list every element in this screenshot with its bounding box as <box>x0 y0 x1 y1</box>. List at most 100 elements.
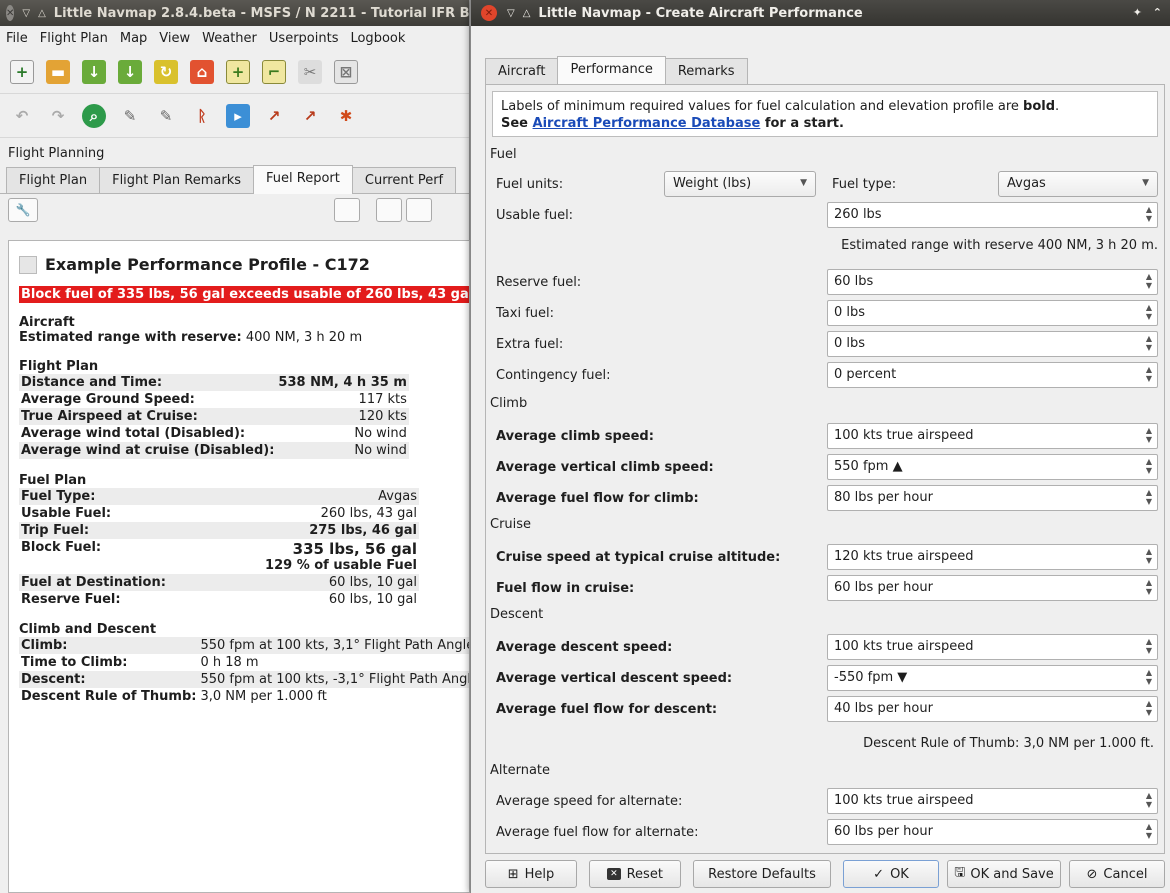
spin-arrows-icon[interactable]: ▲ ▼ <box>1143 578 1155 598</box>
dropdown-arrow-icon: ▼ <box>800 178 807 188</box>
climb-speed-label: Average climb speed: <box>496 429 654 444</box>
perf-load-icon[interactable] <box>334 198 360 222</box>
chevron-down-icon[interactable]: ▽ <box>507 8 515 19</box>
section-title: Flight Planning <box>8 146 105 161</box>
spin-arrows-icon[interactable]: ▲ ▼ <box>1143 822 1155 842</box>
reset-button[interactable]: ✕ Reset <box>589 860 681 888</box>
tab-aircraft[interactable]: Aircraft <box>485 58 559 84</box>
spin-arrows-icon[interactable]: ▲ ▼ <box>1143 637 1155 657</box>
tab-remarks[interactable]: Remarks <box>664 58 748 84</box>
info-text: for a start. <box>760 116 844 131</box>
ruler-icon[interactable]: ✎ <box>118 104 142 128</box>
cancel-button[interactable]: ⊘ Cancel <box>1069 860 1165 888</box>
extra-fuel-input[interactable]: 0 lbs ▲ ▼ <box>827 331 1158 357</box>
alternate-speed-value: 100 kts true airspeed <box>834 793 974 808</box>
fuel-units-select[interactable]: Weight (lbs) ▼ <box>664 171 816 197</box>
menu-flight-plan[interactable]: Flight Plan <box>40 31 108 46</box>
ok-and-save-button[interactable]: 🖫 OK and Save <box>947 860 1061 888</box>
menu-map[interactable]: Map <box>120 31 147 46</box>
climb-speed-input[interactable]: 100 kts true airspeed ▲ ▼ <box>827 423 1158 449</box>
back-icon[interactable]: ↶ <box>10 104 34 128</box>
zoom-box-icon[interactable]: ⊠ <box>334 59 358 84</box>
ruler-remove-icon[interactable]: ✎ <box>154 104 178 128</box>
mark-icon[interactable]: ✱ <box>334 104 358 128</box>
cruise-speed-input[interactable]: 120 kts true airspeed ▲ ▼ <box>827 544 1158 570</box>
spin-arrows-icon[interactable]: ▲ ▼ <box>1143 547 1155 567</box>
usable-fuel-input[interactable]: 260 lbs ▲ ▼ <box>827 202 1158 228</box>
add-waypoint-icon[interactable]: + <box>226 59 250 84</box>
reload-icon[interactable]: ↻ <box>154 59 178 84</box>
table-row: Distance and Time: 538 NM, 4 h 35 m <box>19 374 409 391</box>
cruise-ff-input[interactable]: 60 lbs per hour ▲ ▼ <box>827 575 1158 601</box>
spin-arrows-icon[interactable]: ▲ ▼ <box>1143 488 1155 508</box>
taxi-fuel-input[interactable]: 0 lbs ▲ ▼ <box>827 300 1158 326</box>
ok-button[interactable]: ✓ OK <box>843 860 939 888</box>
new-file-icon[interactable]: + <box>10 59 34 84</box>
spin-arrows-icon[interactable]: ▲ ▼ <box>1143 426 1155 446</box>
range-rings-icon[interactable]: ᚱ <box>190 104 214 128</box>
spin-arrows-icon[interactable]: ▲ ▼ <box>1143 205 1155 225</box>
chevron-down-icon[interactable]: ▽ <box>22 8 30 19</box>
spin-arrows-icon[interactable]: ▲ ▼ <box>1143 272 1155 292</box>
spin-arrows-icon[interactable]: ▲ ▼ <box>1143 365 1155 385</box>
menu-file[interactable]: File <box>6 31 28 46</box>
perf-edit-icon[interactable] <box>376 198 402 222</box>
perf-new-icon[interactable] <box>406 198 432 222</box>
perf-database-link[interactable]: Aircraft Performance Database <box>533 116 761 131</box>
pin-icon[interactable]: ✦ <box>1133 6 1142 19</box>
descent-vs-input[interactable]: -550 fpm ▼ ▲ ▼ <box>827 665 1158 691</box>
airspace-icon[interactable]: ↗ <box>298 104 322 128</box>
table-row: Average wind at cruise (Disabled): No win… <box>19 442 409 459</box>
contingency-fuel-input[interactable]: 0 percent ▲ ▼ <box>827 362 1158 388</box>
info-text: See <box>501 116 533 131</box>
dropdown-arrow-icon: ▼ <box>1142 178 1149 188</box>
home-icon[interactable]: ⌂ <box>190 59 214 84</box>
menu-weather[interactable]: Weather <box>202 31 257 46</box>
menu-view[interactable]: View <box>159 31 190 46</box>
spin-arrows-icon[interactable]: ▲ ▼ <box>1143 334 1155 354</box>
tab-performance[interactable]: Performance <box>557 56 666 85</box>
table-row: Descent: 550 fpm at 100 kts, -3,1° Flight… <box>19 671 469 688</box>
tab-fuel-report[interactable]: Fuel Report <box>253 165 353 194</box>
forward-icon[interactable]: ↷ <box>46 104 70 128</box>
row-label: Fuel at Destination: <box>19 574 215 591</box>
alternate-ff-input[interactable]: 60 lbs per hour ▲ ▼ <box>827 819 1158 845</box>
reserve-fuel-input[interactable]: 60 lbs ▲ ▼ <box>827 269 1158 295</box>
spin-arrows-icon[interactable]: ▲ ▼ <box>1143 303 1155 323</box>
save-as-icon[interactable]: ↓ <box>118 59 142 84</box>
spin-arrows-icon[interactable]: ▲ ▼ <box>1143 791 1155 811</box>
route-icon[interactable]: ⌐ <box>262 59 286 84</box>
alternate-ff-label: Average fuel flow for alternate: <box>496 825 699 840</box>
tab-flight-plan[interactable]: Flight Plan <box>6 167 101 193</box>
block-fuel-value: 335 lbs, 56 gal <box>292 540 417 558</box>
spin-arrows-icon[interactable]: ▲ ▼ <box>1143 668 1155 688</box>
chevron-up-icon[interactable]: △ <box>523 8 531 19</box>
alternate-speed-input[interactable]: 100 kts true airspeed ▲ ▼ <box>827 788 1158 814</box>
cut-route-icon[interactable]: ✂ <box>298 59 322 84</box>
descent-ff-input[interactable]: 40 lbs per hour ▲ ▼ <box>827 696 1158 722</box>
menu-logbook[interactable]: Logbook <box>350 31 405 46</box>
row-label: Descent Rule of Thumb: <box>21 689 197 704</box>
tab-current-perf[interactable]: Current Perf <box>351 167 457 193</box>
traffic-pattern-icon[interactable]: ▸ <box>226 103 250 128</box>
menu-userpoints[interactable]: Userpoints <box>269 31 339 46</box>
save-icon[interactable]: ↓ <box>82 59 106 84</box>
chevron-up-icon[interactable]: △ <box>38 8 46 19</box>
hold-icon[interactable]: ↗ <box>262 104 286 128</box>
help-button[interactable]: ⊞ Help <box>485 860 577 888</box>
tab-flight-plan-remarks[interactable]: Flight Plan Remarks <box>99 167 255 193</box>
close-icon[interactable]: ✕ <box>481 5 497 21</box>
wrench-dropdown-icon[interactable]: 🔧 <box>8 198 38 222</box>
fuel-type-select[interactable]: Avgas ▼ <box>998 171 1158 197</box>
open-folder-icon[interactable]: ▬ <box>46 59 70 84</box>
spin-arrows-icon[interactable]: ▲ ▼ <box>1143 699 1155 719</box>
spin-arrows-icon[interactable]: ▲ ▼ <box>1143 457 1155 477</box>
close-icon[interactable]: ✕ <box>6 5 15 21</box>
restore-defaults-button[interactable]: Restore Defaults <box>693 860 831 888</box>
climb-vs-input[interactable]: 550 fpm ▲ ▲ ▼ <box>827 454 1158 480</box>
row-value: 275 lbs, 46 gal <box>214 522 419 539</box>
descent-speed-input[interactable]: 100 kts true airspeed ▲ ▼ <box>827 634 1158 660</box>
search-icon[interactable]: ⌕ <box>82 103 106 128</box>
climb-ff-input[interactable]: 80 lbs per hour ▲ ▼ <box>827 485 1158 511</box>
shade-icon[interactable]: ⌃ <box>1153 6 1162 19</box>
